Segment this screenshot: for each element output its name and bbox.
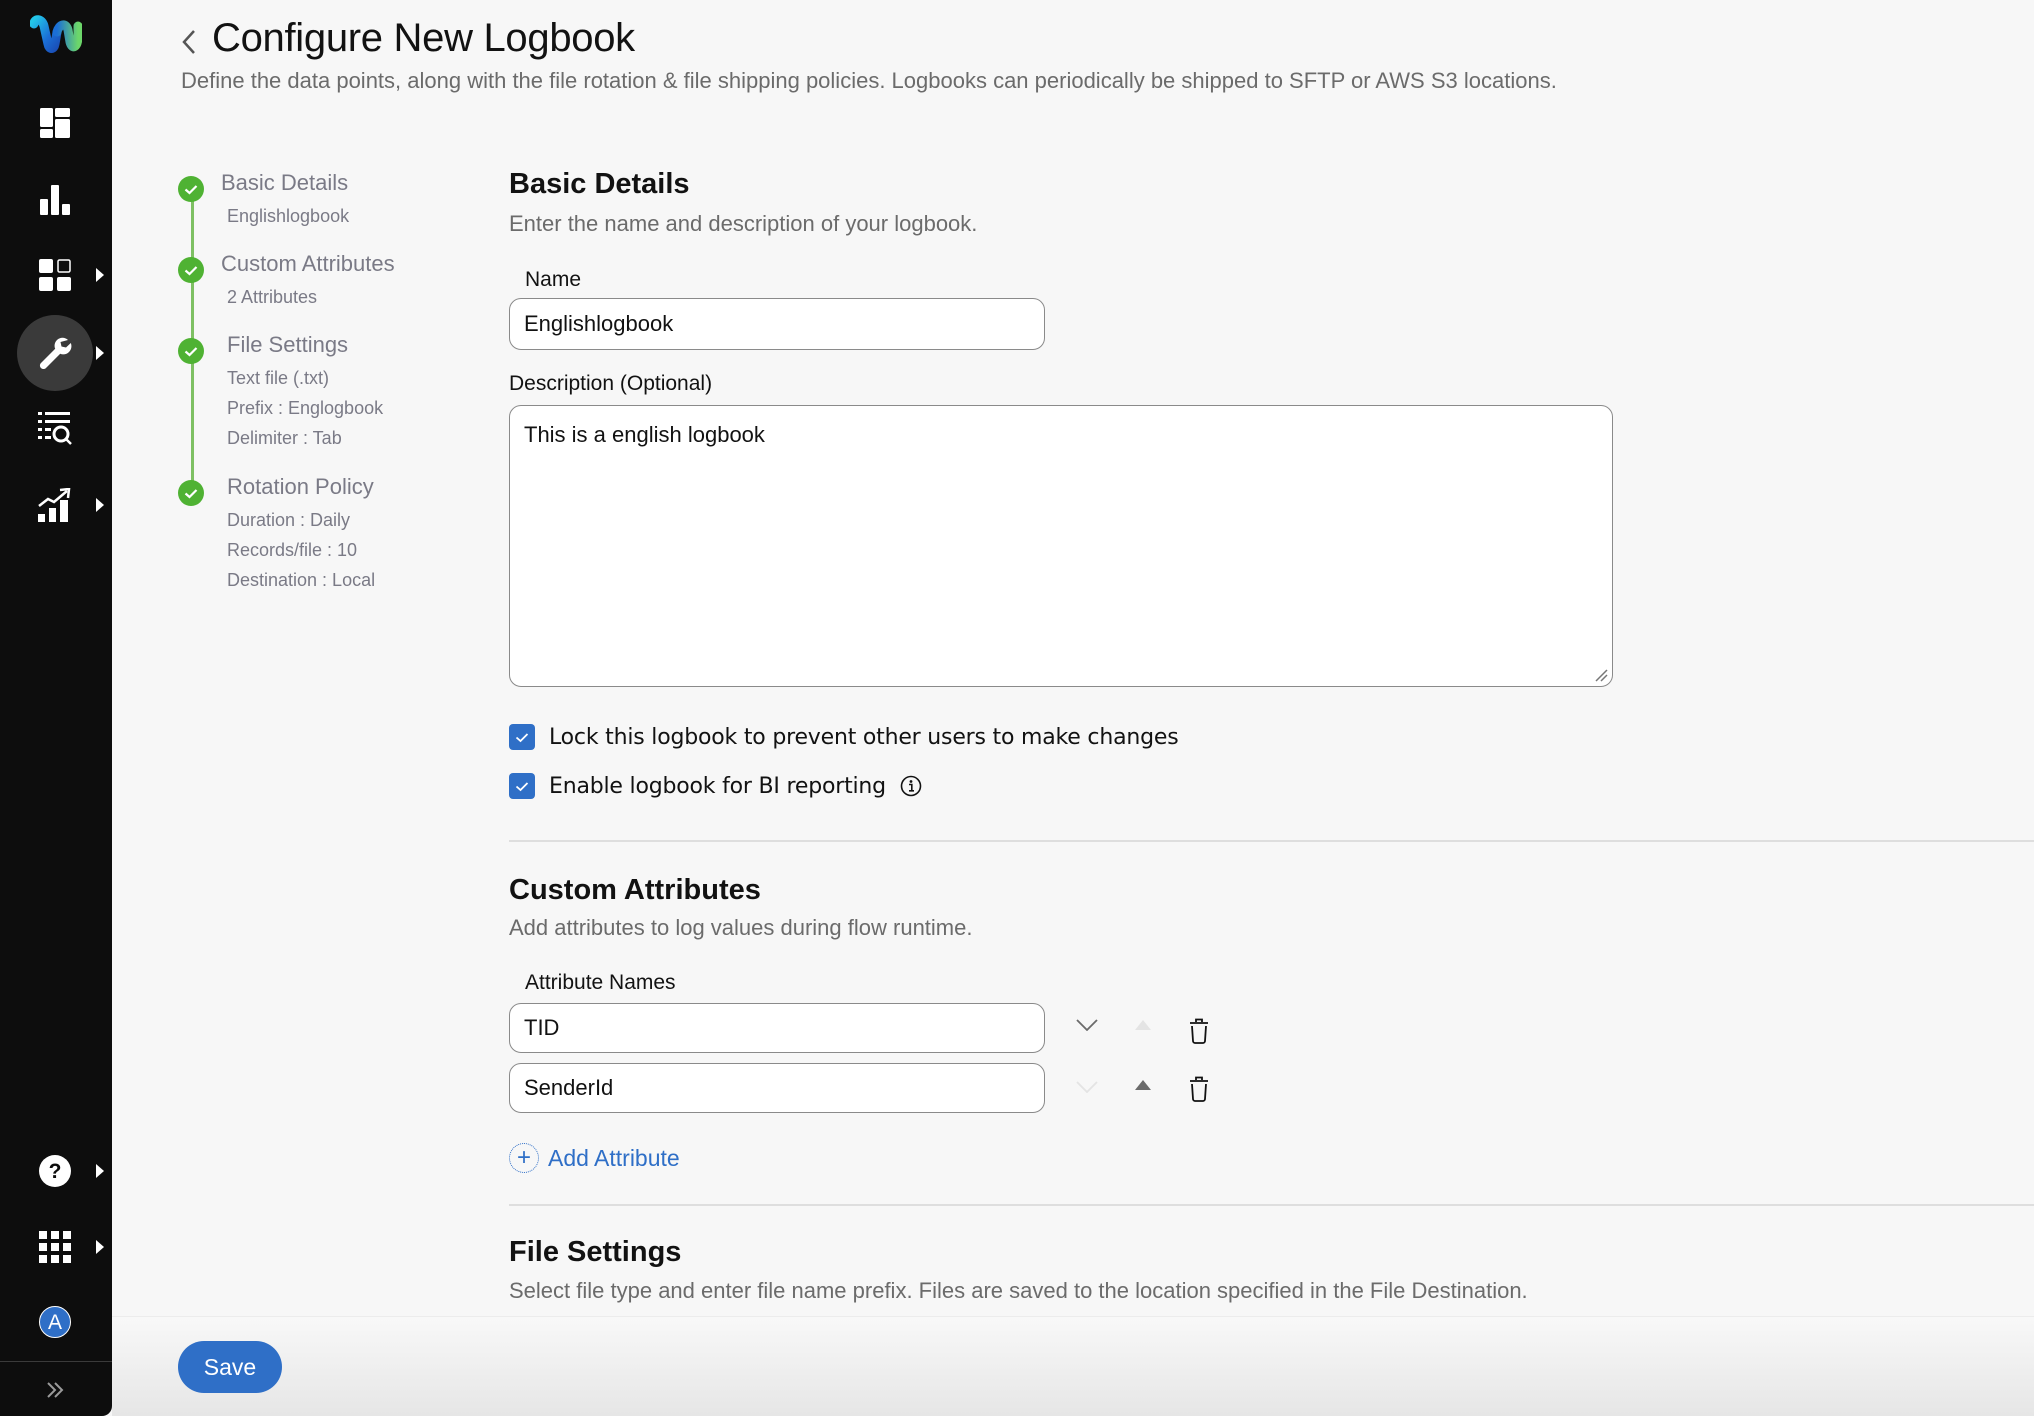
grid-apps-icon — [39, 259, 71, 291]
sidebar-item-logs[interactable] — [0, 397, 112, 461]
delete-attribute-button[interactable] — [1184, 1016, 1214, 1046]
user-avatar[interactable]: A — [0, 1290, 112, 1354]
step-detail: Prefix : Englogbook — [227, 398, 384, 418]
step-title: Basic Details — [221, 170, 349, 195]
sidebar-item-analytics[interactable] — [0, 167, 112, 231]
wrench-icon — [39, 337, 72, 370]
sidebar-item-app-launcher[interactable] — [0, 1215, 112, 1279]
step-title: Rotation Policy — [227, 474, 374, 499]
move-up-button[interactable] — [1128, 1010, 1158, 1040]
chevron-down-icon — [1076, 1019, 1098, 1031]
section-divider — [509, 1204, 2034, 1206]
caret-right-icon — [96, 346, 104, 360]
sidebar-item-dashboard[interactable] — [0, 91, 112, 155]
check-icon — [178, 480, 204, 506]
file-settings-heading: File Settings — [509, 1236, 682, 1268]
description-label: Description (Optional) — [509, 372, 713, 395]
info-icon[interactable] — [900, 775, 922, 797]
expand-sidebar-button[interactable] — [0, 1370, 112, 1410]
dashboard-icon — [40, 108, 70, 138]
caret-right-icon — [96, 1164, 104, 1178]
plus-icon: + — [509, 1143, 539, 1173]
trend-chart-icon — [38, 488, 71, 522]
custom-attributes-heading: Custom Attributes — [509, 874, 761, 906]
attribute-input[interactable]: SenderId — [509, 1063, 1045, 1113]
caret-right-icon — [96, 1240, 104, 1254]
description-textarea-value: This is a english logbook — [524, 422, 765, 447]
trash-icon — [1190, 1018, 1208, 1044]
basic-details-description: Enter the name and description of your l… — [509, 211, 978, 236]
add-attribute-label: Add Attribute — [548, 1144, 680, 1171]
chevron-left-icon — [182, 30, 195, 54]
attribute-input[interactable]: TID — [509, 1003, 1045, 1053]
double-chevron-right-icon — [47, 1382, 64, 1398]
attribute-input-value: SenderId — [524, 1075, 614, 1100]
delete-attribute-button[interactable] — [1184, 1074, 1214, 1104]
attribute-input-value: TID — [524, 1015, 560, 1040]
checkmark-icon — [515, 781, 529, 791]
custom-attributes-description: Add attributes to log values during flow… — [509, 915, 973, 940]
triangle-up-icon — [1135, 1020, 1151, 1030]
avatar-initial: A — [47, 1310, 62, 1334]
step-title: File Settings — [227, 332, 349, 357]
trash-icon — [1190, 1076, 1208, 1102]
step-detail: Text file (.txt) — [227, 368, 330, 388]
svg-text:?: ? — [49, 1160, 62, 1183]
name-label: Name — [525, 268, 582, 291]
chevron-down-icon — [1076, 1081, 1098, 1093]
webex-logo[interactable] — [0, 4, 112, 68]
sidebar-item-tools[interactable] — [0, 315, 112, 391]
bi-reporting-checkbox-row[interactable]: Enable logbook for BI reporting — [509, 773, 922, 799]
webex-logo-icon — [30, 15, 82, 53]
bi-reporting-label: Enable logbook for BI reporting — [549, 773, 886, 799]
page-title: Configure New Logbook — [212, 16, 635, 60]
sidebar-item-help[interactable]: ? — [0, 1139, 112, 1203]
name-input-value: Englishlogbook — [524, 311, 674, 336]
back-button[interactable] — [178, 24, 200, 60]
list-search-icon — [38, 412, 72, 445]
check-icon — [178, 338, 204, 364]
footer-bar — [112, 1316, 2034, 1416]
lock-logbook-checkbox-row[interactable]: Lock this logbook to prevent other users… — [509, 724, 1179, 750]
bi-reporting-checkbox[interactable] — [509, 773, 535, 799]
step-detail: Duration : Daily — [227, 510, 351, 530]
move-up-button[interactable] — [1128, 1070, 1158, 1100]
caret-right-icon — [96, 498, 104, 512]
page-subtitle: Define the data points, along with the f… — [181, 68, 1557, 93]
step-detail: Destination : Local — [227, 570, 376, 590]
step-detail: 2 Attributes — [227, 287, 318, 307]
checkmark-icon — [515, 732, 529, 742]
sidebar-divider — [0, 1361, 112, 1362]
help-icon: ? — [39, 1155, 71, 1187]
step-detail: Englishlogbook — [227, 206, 350, 226]
check-icon — [178, 257, 204, 283]
lock-logbook-checkbox[interactable] — [509, 724, 535, 750]
step-title: Custom Attributes — [221, 251, 395, 276]
resize-handle-icon[interactable] — [1594, 668, 1608, 682]
name-input[interactable]: Englishlogbook — [509, 298, 1045, 350]
step-detail: Records/file : 10 — [227, 540, 358, 560]
check-icon — [178, 176, 204, 202]
lock-logbook-label: Lock this logbook to prevent other users… — [549, 724, 1179, 750]
sidebar: ? A — [0, 0, 112, 1416]
save-button[interactable]: Save — [178, 1341, 282, 1393]
description-textarea[interactable]: This is a english logbook — [509, 405, 1613, 687]
move-down-button[interactable] — [1072, 1072, 1102, 1102]
bar-chart-icon — [40, 185, 70, 215]
sidebar-item-reports[interactable] — [0, 473, 112, 537]
sidebar-item-apps[interactable] — [0, 243, 112, 307]
move-down-button[interactable] — [1072, 1010, 1102, 1040]
section-divider — [509, 840, 2034, 842]
basic-details-heading: Basic Details — [509, 168, 690, 200]
caret-right-icon — [96, 268, 104, 282]
app-grid-icon — [39, 1231, 71, 1263]
file-settings-description: Select file type and enter file name pre… — [509, 1278, 1528, 1303]
add-attribute-button[interactable]: + Add Attribute — [509, 1143, 680, 1173]
triangle-up-icon — [1135, 1080, 1151, 1090]
attribute-names-label: Attribute Names — [525, 971, 676, 994]
step-detail: Delimiter : Tab — [227, 428, 342, 448]
